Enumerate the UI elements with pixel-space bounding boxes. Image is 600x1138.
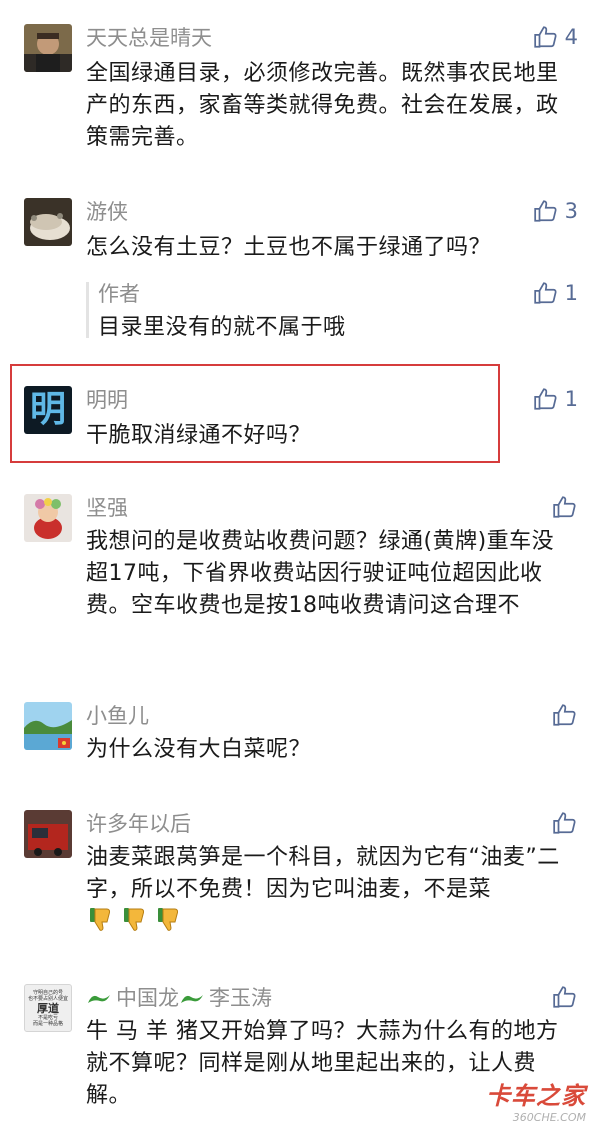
watermark: 卡车之家 360CHE.COM [486, 1076, 586, 1124]
avatar[interactable] [24, 198, 72, 246]
comment-text: 全国绿通目录，必须修改完善。既然事农民地里产的东西，家畜等类就得免费。社会在发展… [86, 61, 559, 150]
like-button[interactable]: 1 [533, 384, 578, 414]
thumbs-up-icon [533, 282, 557, 304]
like-count: 3 [564, 199, 578, 223]
avatar[interactable]: 守明自己的号 也不要占别人便宜 厚道 不是吃亏 而是一种品格 [24, 984, 72, 1032]
like-count: 1 [564, 281, 578, 305]
like-button[interactable]: 3 [533, 196, 578, 226]
commenter-name-b: 李玉涛 [209, 986, 272, 1010]
reply-divider [86, 282, 89, 338]
comment-text: 我想问的是收费站收费问题？绿通(黄牌)重车没超17吨，下省界收费站因行驶证吨位超… [86, 529, 555, 618]
reply-text: 目录里没有的就不属于哦 [98, 315, 346, 340]
avatar[interactable] [24, 494, 72, 542]
comment-text: 为什么没有大白菜呢？ [86, 737, 312, 762]
commenter-name-a: 中国龙 [116, 986, 179, 1010]
thumbs-down-emoji-icon [90, 908, 111, 931]
thumbs-up-icon [553, 986, 576, 1008]
dragon-emoji-icon [88, 994, 110, 1003]
commenter-name[interactable]: 天天总是晴天 [86, 24, 212, 52]
like-count: 1 [564, 387, 578, 411]
avatar[interactable] [24, 24, 72, 72]
comment-text: 油麦菜跟莴笋是一个科目，就因为它有“油麦”二字，所以不免费！因为它叫油麦，不是菜 [86, 845, 560, 902]
commenter-name[interactable]: 小鱼儿 [86, 702, 149, 730]
thumbs-up-icon [533, 200, 557, 222]
thumbs-up-icon [553, 496, 576, 518]
avatar[interactable]: 明 [24, 386, 72, 434]
like-button[interactable] [552, 700, 578, 730]
like-button[interactable] [552, 492, 578, 522]
thumbs-up-icon [553, 812, 576, 834]
reply-like-button[interactable]: 1 [533, 278, 578, 308]
reply-author-name[interactable]: 作者 [98, 280, 140, 308]
avatar-character: 明 [29, 389, 66, 430]
emoji-row [86, 906, 188, 934]
comment-text: 干脆取消绿通不好吗？ [86, 423, 312, 448]
dragon-emoji-icon [181, 994, 203, 1003]
commenter-name[interactable]: 中国龙 李玉涛 [86, 984, 272, 1012]
avatar[interactable] [24, 810, 72, 858]
watermark-domain: 360CHE.COM [512, 1111, 586, 1124]
thumbs-down-emoji-icon [124, 908, 145, 931]
thumbs-down-emoji-icon [158, 908, 179, 931]
commenter-name[interactable]: 许多年以后 [86, 810, 191, 838]
thumbs-up-icon [533, 388, 557, 410]
commenter-name[interactable]: 游侠 [86, 198, 128, 226]
thumbs-up-icon [533, 26, 557, 48]
commenter-name[interactable]: 明明 [86, 386, 128, 414]
commenter-name[interactable]: 坚强 [86, 494, 128, 522]
like-button[interactable] [552, 982, 578, 1012]
avatar-line: 厚道 [37, 1001, 59, 1015]
like-count: 4 [564, 25, 578, 49]
thumbs-up-icon [553, 704, 576, 726]
avatar[interactable] [24, 702, 72, 750]
like-button[interactable]: 4 [533, 22, 578, 52]
like-button[interactable] [552, 808, 578, 838]
watermark-logo: 卡车之家 [486, 1082, 586, 1110]
comment-text: 怎么没有土豆？土豆也不属于绿通了吗？ [86, 235, 492, 260]
avatar-line: 而是一种品格 [32, 1020, 63, 1027]
